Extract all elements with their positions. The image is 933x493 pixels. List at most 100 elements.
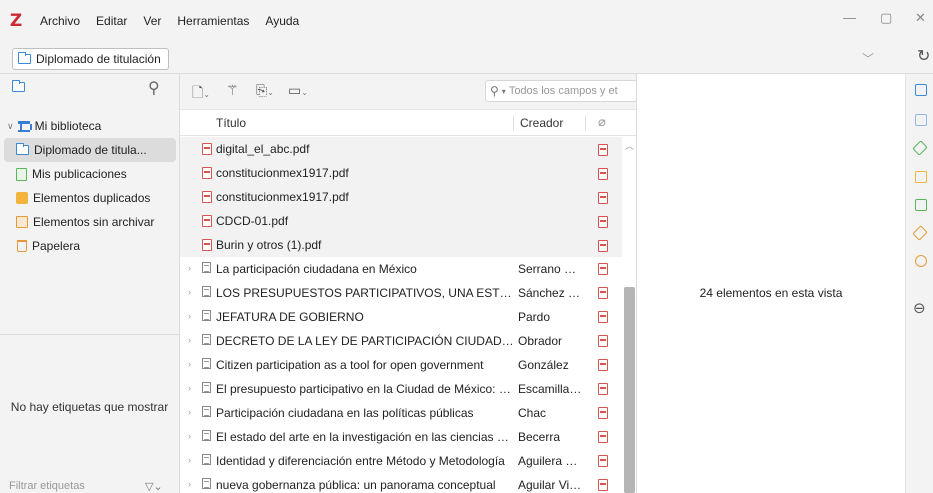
menu-herramientas[interactable]: Herramientas	[169, 14, 257, 28]
maximize-button[interactable]: ▢	[880, 10, 892, 26]
attachments-icon[interactable]	[912, 140, 928, 156]
item-title: nueva gobernanza pública: un panorama co…	[216, 478, 496, 492]
menu-ver[interactable]: Ver	[135, 14, 169, 28]
tree-item-label: Elementos sin archivar	[33, 215, 155, 229]
table-row[interactable]: › Citizen participation as a tool for ope…	[180, 353, 636, 377]
attachment-row[interactable]: constitucionmex1917.pdf	[180, 161, 636, 185]
attachment-row[interactable]: Burin y otros (1).pdf	[180, 233, 636, 257]
attachment-row[interactable]: CDCD-01.pdf	[180, 209, 636, 233]
collections-pane: ⚲ ∨ Mi biblioteca Diplomado de titula...…	[0, 74, 180, 493]
column-title[interactable]: Título	[216, 116, 246, 130]
magic-wand-icon[interactable]: ⚚	[226, 82, 239, 99]
items-list: digital_el_abc.pdf constitucionmex1917.pd…	[180, 137, 636, 493]
chevron-down-icon[interactable]: ∨	[7, 121, 14, 132]
item-creator: Escamilla C...	[518, 382, 582, 396]
close-button[interactable]: ✕	[915, 10, 926, 26]
table-row[interactable]: › El presupuesto participativo en la Ciud…	[180, 377, 636, 401]
table-row[interactable]: › JEFATURA DE GOBIERNO Pardo	[180, 305, 636, 329]
attachment-pdf-icon[interactable]	[598, 479, 608, 493]
locate-icon[interactable]: ⊖	[913, 299, 926, 317]
item-title: CDCD-01.pdf	[202, 214, 500, 228]
tree-item-diplomado[interactable]: Diplomado de titula...	[4, 138, 176, 162]
attachment-pdf-icon[interactable]	[598, 407, 608, 422]
column-creator[interactable]: Creador	[520, 116, 563, 130]
item-title-text: constitucionmex1917.pdf	[216, 190, 349, 204]
sync-icon[interactable]: ↻	[917, 46, 930, 66]
tree-item-trash[interactable]: Papelera	[0, 234, 180, 258]
column-separator[interactable]	[513, 115, 514, 131]
chevron-right-icon[interactable]: ›	[188, 455, 191, 465]
attachment-pdf-icon[interactable]	[598, 263, 608, 278]
library-tab[interactable]: Diplomado de titulación	[12, 48, 169, 70]
chevron-right-icon[interactable]: ›	[188, 311, 191, 321]
attachment-pdf-icon[interactable]	[598, 167, 612, 181]
attachment-pdf-icon[interactable]	[598, 455, 608, 470]
table-row[interactable]: › La participación ciudadana en México Ser…	[180, 257, 636, 281]
attachment-pdf-icon[interactable]	[598, 359, 608, 374]
libraries-collections-icon[interactable]	[915, 199, 927, 211]
attachment-pdf-icon[interactable]	[598, 383, 608, 398]
attachment-pdf-icon[interactable]	[598, 335, 608, 350]
new-note-icon[interactable]: ▭⌄	[288, 82, 308, 99]
tree-item-unfiled[interactable]: Elementos sin archivar	[0, 210, 180, 234]
item-creator: Aguilera Hi...	[518, 454, 582, 468]
chevron-right-icon[interactable]: ›	[188, 335, 191, 345]
tree-item-duplicates[interactable]: Elementos duplicados	[0, 186, 180, 210]
attachment-pdf-icon[interactable]	[598, 215, 612, 229]
menu-ayuda[interactable]: Ayuda	[257, 14, 307, 28]
tree-item-my-publications[interactable]: Mis publicaciones	[0, 162, 180, 186]
related-icon[interactable]	[915, 255, 927, 267]
table-row[interactable]: › DECRETO DE LA LEY DE PARTICIPACIÓN CIUD…	[180, 329, 636, 353]
chevron-right-icon[interactable]: ›	[188, 383, 191, 393]
table-row[interactable]: › Participación ciudadana en las política…	[180, 401, 636, 425]
scrollbar-thumb[interactable]	[624, 287, 635, 493]
chevron-down-icon[interactable]: ▾	[502, 87, 506, 96]
minimize-button[interactable]: —	[843, 10, 856, 25]
menu-editar[interactable]: Editar	[88, 14, 135, 28]
chevron-right-icon[interactable]: ›	[188, 287, 191, 297]
chevron-right-icon[interactable]: ›	[188, 479, 191, 489]
attachment-row[interactable]: digital_el_abc.pdf	[180, 137, 636, 161]
pdf-icon	[202, 191, 212, 203]
column-separator[interactable]	[585, 115, 586, 131]
chevron-down-icon[interactable]: ﹀	[862, 50, 874, 67]
search-icon[interactable]: ⚲	[148, 78, 160, 98]
tree-item-my-library[interactable]: ∨ Mi biblioteca	[0, 114, 180, 138]
attachment-pdf-icon[interactable]	[598, 143, 612, 157]
chevron-right-icon[interactable]: ›	[188, 359, 191, 369]
items-scrollbar[interactable]: ︿	[622, 137, 636, 493]
abstract-icon[interactable]	[915, 114, 927, 126]
chevron-right-icon[interactable]: ›	[188, 263, 191, 273]
menu-archivo[interactable]: Archivo	[32, 14, 88, 28]
table-row[interactable]: › El estado del arte en la investigación …	[180, 425, 636, 449]
chevron-right-icon[interactable]: ›	[188, 431, 191, 441]
table-row[interactable]: › Identidad y diferenciación entre Método…	[180, 449, 636, 473]
new-item-icon[interactable]: 🗋⌄	[192, 82, 210, 106]
attachment-pdf-icon[interactable]	[598, 191, 612, 205]
attachment-row[interactable]: constitucionmex1917.pdf	[180, 185, 636, 209]
chevron-right-icon[interactable]: ›	[188, 407, 191, 417]
add-attachment-icon[interactable]: ⎘⌄	[256, 82, 274, 99]
attachment-pdf-icon[interactable]	[598, 311, 608, 326]
scroll-up-icon[interactable]: ︿	[625, 139, 634, 152]
item-type-icon	[202, 262, 211, 273]
new-collection-icon[interactable]	[12, 80, 25, 92]
item-title: LOS PRESUPUESTOS PARTICIPATIVOS, UNA EST…	[216, 286, 514, 300]
tag-filter-input[interactable]: Filtrar etiquetas ▽⌄	[0, 478, 179, 493]
attachment-pdf-icon[interactable]	[598, 287, 608, 302]
notes-icon[interactable]	[915, 171, 927, 183]
pane-divider[interactable]	[0, 334, 179, 335]
table-row[interactable]: › LOS PRESUPUESTOS PARTICIPATIVOS, UNA ES…	[180, 281, 636, 305]
filter-icon[interactable]: ▽⌄	[145, 480, 163, 493]
search-input[interactable]: ⚲ ▾ Todos los campos y et	[485, 80, 636, 102]
tree-item-label: Mi biblioteca	[34, 119, 102, 133]
table-row[interactable]: › nueva gobernanza pública: un panorama c…	[180, 473, 636, 493]
title-bar: Z Archivo Editar Ver Herramientas Ayuda …	[0, 0, 933, 42]
attachment-pdf-icon[interactable]	[598, 239, 612, 253]
attachment-column-icon[interactable]: ⌀	[598, 114, 606, 130]
tags-icon[interactable]	[912, 225, 928, 241]
library-tab-bar: Diplomado de titulación ﹀ ↻	[0, 42, 933, 74]
info-icon[interactable]	[915, 84, 927, 96]
items-count: 24 elementos en esta vista	[699, 286, 843, 300]
attachment-pdf-icon[interactable]	[598, 431, 608, 446]
